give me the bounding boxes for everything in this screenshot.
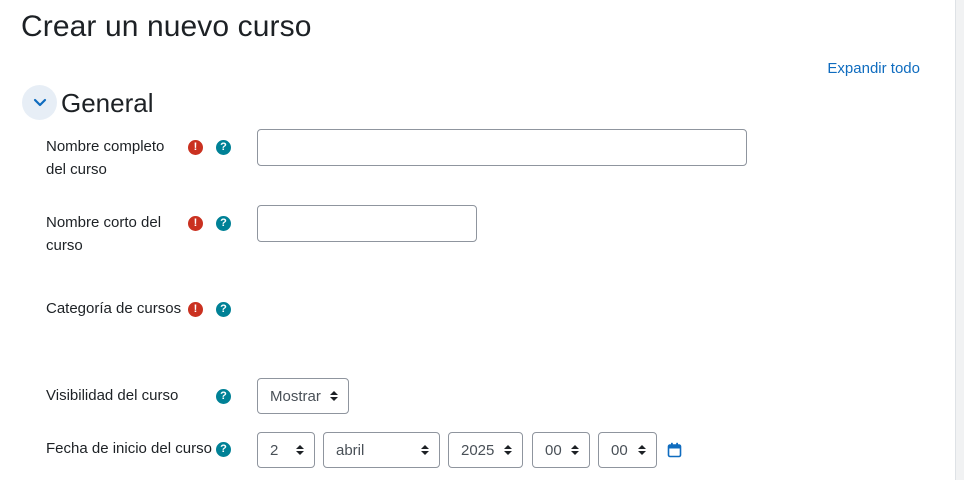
fullname-label: Nombre completo del curso	[46, 135, 164, 181]
help-icon[interactable]: ?	[216, 389, 231, 404]
shortname-input[interactable]	[257, 205, 477, 242]
startdate-month-value: abril	[336, 441, 365, 459]
shortname-label: Nombre corto del curso	[46, 211, 161, 257]
select-caret-icon	[330, 391, 338, 401]
startdate-year-select[interactable]: 2025	[448, 432, 523, 468]
shortname-label-line1: Nombre corto del	[46, 214, 162, 231]
required-icon: !	[188, 216, 203, 231]
help-icon[interactable]: ?	[216, 442, 231, 457]
required-icon: !	[188, 140, 203, 155]
visibility-select-value: Mostrar	[270, 387, 321, 405]
startdate-minute-select[interactable]: 00	[598, 432, 657, 468]
calendar-icon[interactable]	[667, 442, 682, 458]
fullname-input[interactable]	[257, 129, 747, 166]
help-icon[interactable]: ?	[216, 302, 231, 317]
main-card: Crear un nuevo curso Expandir todo Gener…	[0, 0, 956, 480]
startdate-label: Fecha de inicio del curso	[46, 440, 212, 457]
required-icon: !	[188, 302, 203, 317]
startdate-month-select[interactable]: abril	[323, 432, 440, 468]
select-caret-icon	[504, 445, 512, 455]
startdate-year-value: 2025	[461, 441, 495, 459]
expand-all-link[interactable]: Expandir todo	[827, 60, 920, 77]
category-label: Categoría de cursos	[46, 300, 182, 317]
select-caret-icon	[296, 445, 304, 455]
startdate-day-value: 2	[270, 441, 279, 459]
fullname-label-line2: del curso	[46, 161, 107, 178]
page-title: Crear un nuevo curso	[21, 10, 312, 43]
chevron-down-icon	[33, 98, 46, 106]
startdate-hour-select[interactable]: 00	[532, 432, 590, 468]
section-toggle-button[interactable]	[22, 85, 57, 120]
startdate-hour-value: 00	[545, 441, 562, 459]
fullname-label-line1: Nombre completo	[46, 138, 165, 155]
shortname-label-line2: curso	[46, 237, 83, 254]
visibility-label: Visibilidad del curso	[46, 387, 179, 404]
startdate-day-select[interactable]: 2	[257, 432, 315, 468]
section-title: General	[61, 88, 154, 118]
visibility-select[interactable]: Mostrar	[257, 378, 349, 414]
startdate-minute-value: 00	[611, 441, 628, 459]
help-icon[interactable]: ?	[216, 216, 231, 231]
select-caret-icon	[421, 445, 429, 455]
select-caret-icon	[638, 445, 646, 455]
select-caret-icon	[571, 445, 579, 455]
help-icon[interactable]: ?	[216, 140, 231, 155]
